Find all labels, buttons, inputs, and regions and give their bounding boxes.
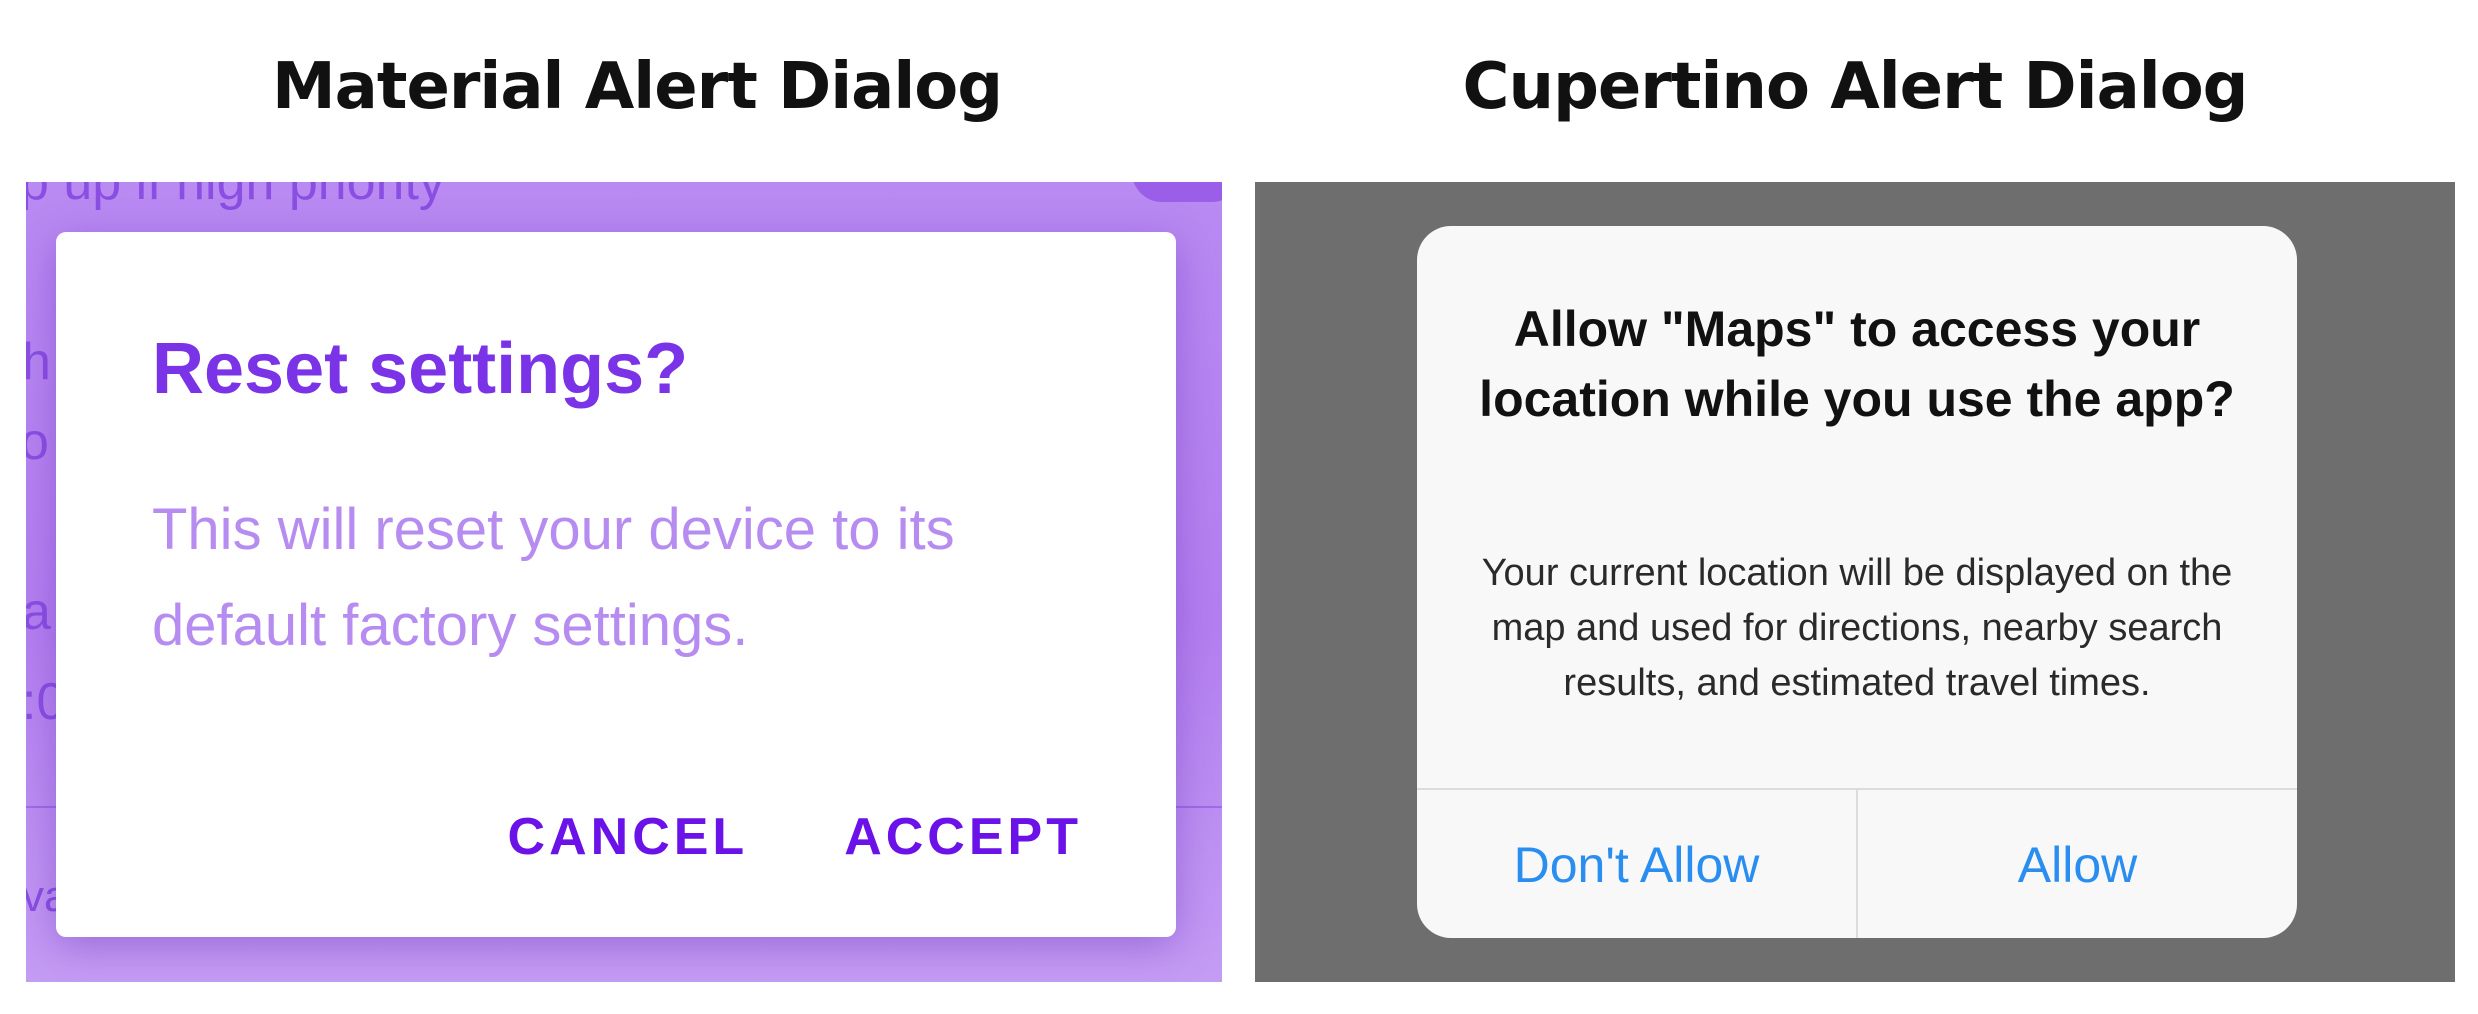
background-text-fragment: h	[26, 333, 51, 391]
dialog-body: This will reset your device to its defau…	[152, 497, 955, 658]
cancel-button[interactable]: CANCEL	[508, 807, 749, 867]
cupertino-caption: Cupertino Alert Dialog	[1462, 50, 2249, 124]
background-text-fragment: a	[26, 583, 51, 641]
dialog-title: Allow "Maps" to access your location whi…	[1479, 301, 2235, 427]
material-alert-dialog: Reset settings? This will reset your dev…	[56, 232, 1176, 937]
dialog-message: Your current location will be displayed …	[1481, 552, 2233, 704]
cupertino-alert-dialog: Allow "Maps" to access your location whi…	[1417, 226, 2297, 938]
background-button-fragment	[1132, 182, 1222, 202]
material-caption: Material Alert Dialog	[271, 50, 1003, 124]
dialog-actions: CANCEL ACCEPT	[508, 807, 1082, 867]
cupertino-screenshot: Allow "Maps" to access your location whi…	[1255, 182, 2455, 982]
dialog-actions: Don't Allow Allow	[1417, 788, 2297, 938]
accept-button[interactable]: ACCEPT	[844, 807, 1082, 867]
dont-allow-button[interactable]: Don't Allow	[1417, 790, 1858, 938]
material-screenshot: p up if high priority h o a :0 va Reset …	[26, 182, 1222, 982]
allow-button[interactable]: Allow	[1858, 790, 2297, 938]
dialog-title: Reset settings?	[152, 329, 689, 409]
background-text-fragment: o	[26, 413, 49, 471]
background-text-fragment: p up if high priority	[26, 182, 445, 211]
